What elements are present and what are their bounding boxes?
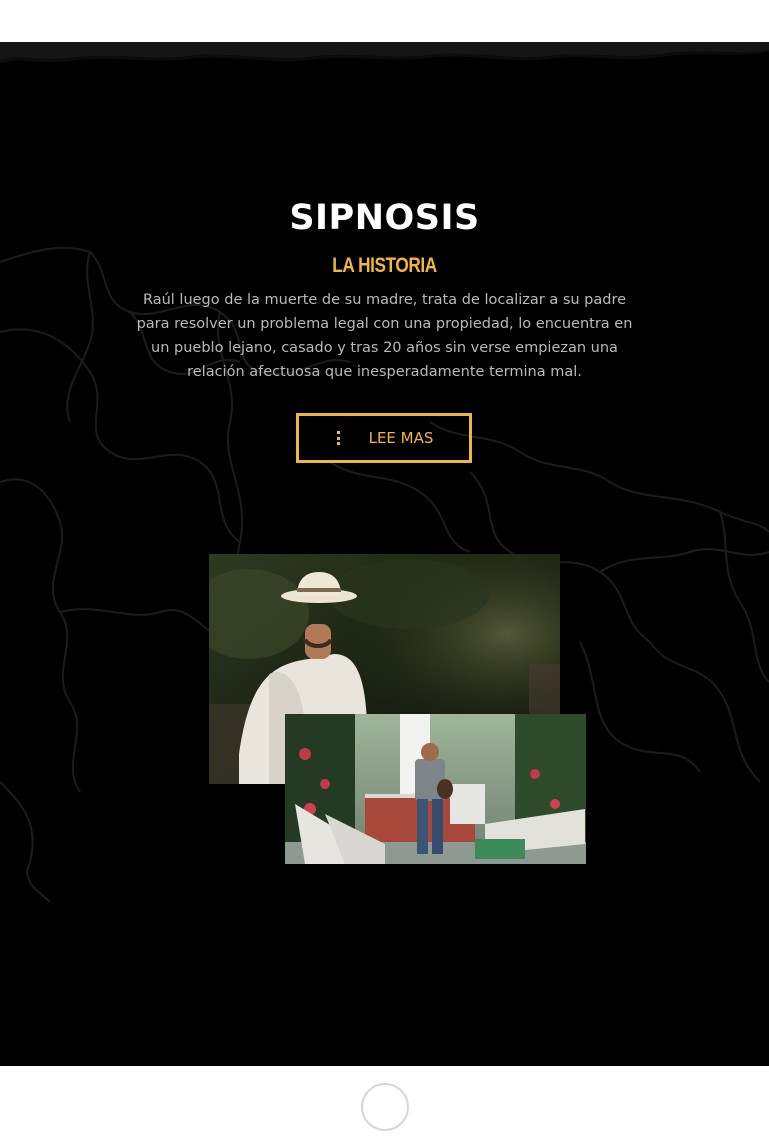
synopsis-text: Raúl luego de la muerte de su madre, tra…: [136, 292, 633, 380]
read-more-label: LEE MAS: [368, 429, 434, 447]
section-title: SIPNOSIS: [289, 198, 480, 238]
page: SIPNOSIS LA HISTORIA Raúl luego de la mu…: [0, 0, 769, 1147]
home-button[interactable]: [361, 1083, 409, 1131]
device-bottom-bar: [0, 1066, 769, 1147]
torn-edge-decoration: [0, 42, 769, 63]
sipnosis-section: SIPNOSIS LA HISTORIA Raúl luego de la mu…: [0, 42, 769, 1066]
vertical-dots-icon: [335, 431, 341, 445]
film-still-raul-walking: [285, 714, 586, 864]
read-more-button[interactable]: LEE MAS: [296, 413, 472, 463]
section-subtitle: LA HISTORIA: [332, 254, 437, 277]
